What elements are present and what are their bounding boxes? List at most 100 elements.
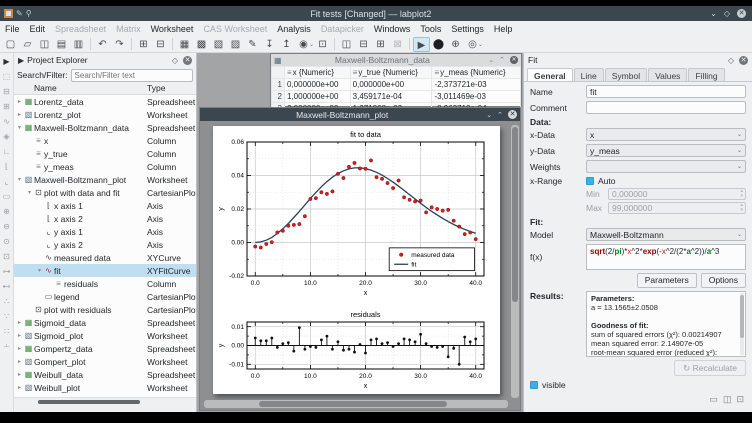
worksheet-page[interactable]: 0.010.020.030.040.0-0.020.000.020.040.06…: [213, 126, 500, 394]
worksheet-hscrollbar[interactable]: [204, 400, 508, 408]
new-matrix-icon[interactable]: ▩: [193, 37, 210, 52]
menu-edit[interactable]: Edit: [25, 24, 51, 34]
project-tree-hscrollbar[interactable]: [14, 397, 196, 405]
plot-minimize-icon[interactable]: ⌄: [486, 111, 492, 119]
column-header[interactable]: ≡x {Numeric}: [285, 67, 351, 79]
worksheet-view[interactable]: 0.010.020.030.040.0-0.020.000.020.040.06…: [200, 121, 520, 410]
close-dock-icon[interactable]: ✕: [183, 56, 192, 65]
name-field[interactable]: [586, 85, 746, 98]
tree-item-maxwell-boltzmann-data[interactable]: ▾▦Maxwell-Boltzmann_dataSpreadsheet: [14, 121, 196, 134]
spreadsheet-window[interactable]: ▦ Maxwell-Boltzmann_data ⌄ ⌃ ✕ ≡x {Numer…: [270, 53, 522, 107]
menu-settings[interactable]: Settings: [446, 24, 489, 34]
tree-item-x[interactable]: ≡xColumn: [14, 134, 196, 147]
tree-expander-icon[interactable]: ▸: [16, 111, 23, 118]
tree-expander-icon[interactable]: ▸: [16, 358, 23, 365]
tree-item-lorentz-data[interactable]: ▸▦Lorentz_dataSpreadsheet: [14, 95, 196, 108]
cell[interactable]: -3,011469e-03: [432, 91, 521, 103]
save-template-icon[interactable]: ◫: [723, 394, 732, 405]
options-button[interactable]: Options: [701, 273, 746, 288]
new-datapicker-icon[interactable]: ⊟: [152, 37, 169, 52]
tree-item-lorentz-plot[interactable]: ▸▧Lorentz_plotWorksheet: [14, 108, 196, 121]
tree-item-x-axis-2[interactable]: ⌊x axis 2Axis: [14, 212, 196, 225]
tree-expander-icon[interactable]: ▾: [36, 267, 43, 274]
close-fit-dock-icon[interactable]: ✕: [739, 56, 748, 65]
tree-item-y-axis-1[interactable]: ⌞y axis 1Axis: [14, 225, 196, 238]
select-mode-icon[interactable]: ▶: [413, 37, 430, 52]
tree-item-gompertz-data[interactable]: ▸▦Gompertz_dataSpreadsheet: [14, 342, 196, 355]
results-scrollbar[interactable]: [740, 293, 744, 355]
print-icon[interactable]: ▤: [53, 37, 70, 52]
search-filter-input[interactable]: [71, 69, 193, 82]
column-header[interactable]: ≡y_true {Numeric}: [350, 67, 432, 79]
worksheet-vscrollbar[interactable]: [511, 125, 519, 398]
new-workbook-icon[interactable]: ⊞: [135, 37, 152, 52]
load-template-icon[interactable]: ▭: [709, 394, 718, 405]
cell[interactable]: -2,373721e-03: [432, 79, 521, 91]
comment-field[interactable]: [586, 101, 746, 114]
tree-item-sigmoid-data[interactable]: ▸▦Sigmoid_dataSpreadsheet: [14, 316, 196, 329]
column-header-type[interactable]: Type: [147, 83, 165, 93]
float-fit-dock-icon[interactable]: ◇: [728, 56, 734, 65]
spin-arrows-icon[interactable]: ▴▾: [740, 203, 743, 213]
tree-item-weibull-data[interactable]: ▸▦Weibull_dataSpreadsheet: [14, 368, 196, 381]
horizontal-layout-icon[interactable]: ⊟: [355, 37, 372, 52]
recalculate-button[interactable]: ↻ Recalculate: [674, 360, 746, 376]
residuals-chart[interactable]: 0.010.020.030.040.0-0.010.000.01residual…: [213, 309, 500, 395]
redo-icon[interactable]: ↷: [111, 37, 128, 52]
tab-line[interactable]: Line: [574, 68, 604, 81]
parameters-button[interactable]: Parameters: [637, 273, 697, 288]
tab-general[interactable]: General: [527, 68, 573, 81]
save-default-icon[interactable]: ⊡: [736, 394, 744, 405]
menu-worksheet[interactable]: Worksheet: [146, 24, 199, 34]
tree-item-fit[interactable]: ▾∿fitXYFitCurve: [14, 264, 196, 277]
fit-to-data-chart[interactable]: 0.010.020.030.040.0-0.020.000.020.040.06…: [213, 126, 500, 304]
weights-combobox[interactable]: ⌄: [586, 160, 746, 173]
tree-item-y-true[interactable]: ≡y_trueColumn: [14, 147, 196, 160]
undo-icon[interactable]: ↶: [94, 37, 111, 52]
tree-expander-icon[interactable]: ▸: [16, 371, 23, 378]
new-note-icon[interactable]: ✎: [244, 37, 261, 52]
zoom-mode-icon[interactable]: ⊕: [447, 37, 464, 52]
import-data-icon[interactable]: ↧: [261, 37, 278, 52]
subwindow-minimize-icon[interactable]: ⌄: [488, 56, 494, 64]
column-header-name[interactable]: Name: [34, 83, 57, 93]
tab-filling[interactable]: Filling: [688, 68, 724, 81]
tree-item-x-axis-1[interactable]: ⌊x axis 1Axis: [14, 199, 196, 212]
close-icon[interactable]: ✕: [737, 9, 746, 18]
new-spreadsheet-icon[interactable]: ▦: [176, 37, 193, 52]
plot-restore-icon[interactable]: ⌃: [497, 111, 503, 119]
tree-item-plot-with-data-and-fit[interactable]: ▾⊡plot with data and fitCartesianPlot: [14, 186, 196, 199]
tree-item-sigmoid-plot[interactable]: ▸▧Sigmoid_plotWorksheet: [14, 329, 196, 342]
fit-selection-icon[interactable]: ⊡: [314, 37, 331, 52]
tab-values[interactable]: Values: [648, 68, 687, 81]
model-combobox[interactable]: Maxwell-Boltzmann⌄: [586, 228, 746, 241]
navigate-mode-icon[interactable]: ⬤: [430, 37, 447, 52]
menu-windows[interactable]: Windows: [369, 24, 416, 34]
dropdown-arrow-icon[interactable]: ⌄: [478, 41, 483, 48]
cell[interactable]: 0,000000e+00: [350, 79, 432, 91]
tab-symbol[interactable]: Symbol: [605, 68, 647, 81]
menu-tools[interactable]: Tools: [415, 24, 446, 34]
column-header[interactable]: ≡y_meas {Numeric}: [432, 67, 521, 79]
subwindow-restore-icon[interactable]: ⌃: [499, 56, 505, 64]
grid-layout-icon[interactable]: ⊞: [372, 37, 389, 52]
open-project-icon[interactable]: ▱: [19, 37, 36, 52]
tree-item-weibull-plot[interactable]: ▸▧Weibull_plotWorksheet: [14, 381, 196, 394]
plot-close-icon[interactable]: ✕: [508, 110, 517, 119]
cell[interactable]: 3,459171e-04: [350, 91, 432, 103]
max-spinbox[interactable]: 99,000000▴▾: [608, 202, 746, 214]
tree-expander-icon[interactable]: ▸: [16, 345, 23, 352]
tree-item-y-axis-2[interactable]: ⌞y axis 2Axis: [14, 238, 196, 251]
menu-file[interactable]: File: [0, 24, 25, 34]
spin-arrows-icon[interactable]: ▴▾: [740, 189, 743, 199]
formula-editor[interactable]: sqrt(2/pi)*x^2*exp(-x^2/(2*a^2))/a^3: [586, 244, 746, 270]
plot-window[interactable]: Maxwell-Boltzmann_plot ⌄ ⌃ ✕ 0.010.020.0…: [199, 107, 521, 411]
cell[interactable]: 1,000000e+00: [285, 91, 351, 103]
fit-results-box[interactable]: Parameters:a = 13.1565±2.0508 Goodness o…: [586, 291, 746, 357]
vertical-layout-icon[interactable]: ◫: [338, 37, 355, 52]
print-preview-icon[interactable]: ▥: [70, 37, 87, 52]
save-project-icon[interactable]: ◫: [36, 37, 53, 52]
tree-expander-icon[interactable]: ▸: [16, 384, 23, 391]
new-cas-worksheet-icon[interactable]: ▨: [227, 37, 244, 52]
tree-item-plot-with-residuals[interactable]: ⊡plot with residualsCartesianPlot: [14, 303, 196, 316]
